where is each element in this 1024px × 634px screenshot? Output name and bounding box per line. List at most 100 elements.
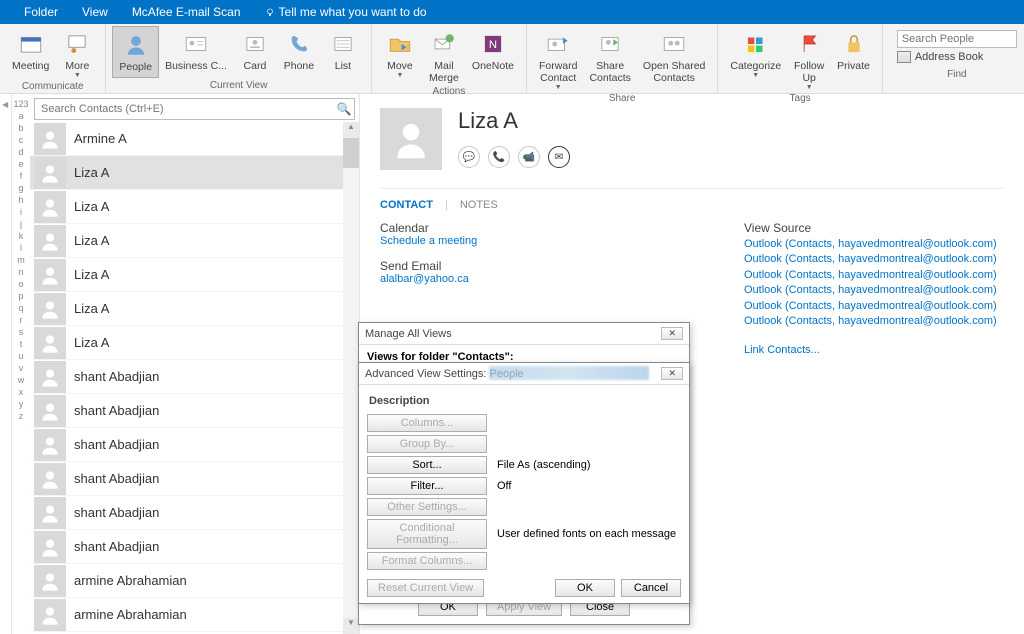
contact-row[interactable]: armine Abrahamian	[30, 598, 359, 632]
move-button[interactable]: Move▼	[378, 26, 422, 84]
alpha-g[interactable]: g	[12, 182, 30, 194]
adv-filter-button[interactable]: Filter...	[367, 477, 487, 495]
alpha-123[interactable]: 123	[12, 98, 30, 110]
contact-name-label: Liza A	[74, 233, 109, 248]
viewsource-link[interactable]: Outlook (Contacts, hayavedmontreal@outlo…	[744, 268, 1004, 283]
adv-ok-button[interactable]: OK	[555, 579, 615, 597]
contact-row[interactable]: Liza A	[30, 292, 359, 326]
alpha-h[interactable]: h	[12, 194, 30, 206]
contact-row[interactable]: armine Abrahamian	[30, 564, 359, 598]
view-business-button[interactable]: Business C...	[159, 26, 233, 78]
contact-row[interactable]: shant Abadjian	[30, 530, 359, 564]
alpha-z[interactable]: z	[12, 410, 30, 422]
schedule-meeting-link[interactable]: Schedule a meeting	[380, 235, 477, 247]
viewsource-link[interactable]: Outlook (Contacts, hayavedmontreal@outlo…	[744, 252, 1004, 267]
alpha-n[interactable]: n	[12, 266, 30, 278]
view-list-button[interactable]: List	[321, 26, 365, 78]
alpha-v[interactable]: v	[12, 362, 30, 374]
viewsource-link[interactable]: Outlook (Contacts, hayavedmontreal@outlo…	[744, 237, 1004, 252]
more-button[interactable]: More▼	[55, 26, 99, 79]
link-contacts-link[interactable]: Link Contacts...	[744, 343, 1004, 358]
alpha-s[interactable]: s	[12, 326, 30, 338]
alpha-x[interactable]: x	[12, 386, 30, 398]
onenote-button[interactable]: NOneNote	[466, 26, 520, 84]
email-link[interactable]: alalbar@yahoo.ca	[380, 273, 477, 285]
contact-row[interactable]: Liza A	[30, 258, 359, 292]
alpha-i[interactable]: i	[12, 206, 30, 218]
tell-me[interactable]: Tell me what you want to do	[253, 0, 439, 24]
group-currentview: People Business C... Card Phone List Cur…	[106, 24, 372, 93]
alpha-a[interactable]: a	[12, 110, 30, 122]
alpha-t[interactable]: t	[12, 338, 30, 350]
adv-reset-button[interactable]: Reset Current View	[367, 579, 484, 597]
search-icon[interactable]: 🔍	[334, 102, 354, 116]
alpha-u[interactable]: u	[12, 350, 30, 362]
menu-folder[interactable]: Folder	[12, 0, 70, 24]
search-people-input[interactable]	[897, 30, 1017, 48]
alpha-c[interactable]: c	[12, 134, 30, 146]
video-icon[interactable]: 📹	[518, 146, 540, 168]
contact-row[interactable]: shant Abadjian	[30, 360, 359, 394]
contact-row[interactable]: shant Abadjian	[30, 462, 359, 496]
adv-groupby-button[interactable]: Group By...	[367, 435, 487, 453]
contact-row[interactable]: Liza A	[30, 156, 359, 190]
alpha-o[interactable]: o	[12, 278, 30, 290]
adv-cond-button[interactable]: Conditional Formatting...	[367, 519, 487, 549]
view-card-button[interactable]: Card	[233, 26, 277, 78]
alpha-m[interactable]: m	[12, 254, 30, 266]
avatar-icon	[34, 531, 66, 563]
contact-row[interactable]: Liza A	[30, 224, 359, 258]
viewsource-link[interactable]: Outlook (Contacts, hayavedmontreal@outlo…	[744, 314, 1004, 329]
view-people-button[interactable]: People	[112, 26, 159, 78]
search-contacts-input[interactable]	[35, 103, 334, 115]
alpha-p[interactable]: p	[12, 290, 30, 302]
categorize-button[interactable]: Categorize▼	[724, 26, 787, 91]
adv-format-button[interactable]: Format Columns...	[367, 552, 487, 570]
alpha-q[interactable]: q	[12, 302, 30, 314]
advanced-view-close-icon[interactable]: ✕	[661, 367, 683, 380]
adv-sort-button[interactable]: Sort...	[367, 456, 487, 474]
alpha-d[interactable]: d	[12, 146, 30, 158]
alpha-f[interactable]: f	[12, 170, 30, 182]
contact-row[interactable]: Liza A	[30, 190, 359, 224]
contact-row[interactable]: shant Abadjian	[30, 394, 359, 428]
im-icon[interactable]: 💬	[458, 146, 480, 168]
alpha-y[interactable]: y	[12, 398, 30, 410]
manage-views-close-icon[interactable]: ✕	[661, 327, 683, 340]
open-shared-button[interactable]: Open Shared Contacts	[637, 26, 711, 91]
collapse-left-button[interactable]	[0, 94, 12, 634]
adv-cancel-button[interactable]: Cancel	[621, 579, 681, 597]
tab-contact[interactable]: CONTACT	[380, 199, 433, 211]
contact-name-label: armine Abrahamian	[74, 573, 187, 588]
viewsource-label: View Source	[744, 221, 1004, 235]
scrollbar[interactable]: ▲▼	[343, 122, 359, 634]
alpha-e[interactable]: e	[12, 158, 30, 170]
private-button[interactable]: Private	[831, 26, 876, 91]
address-book-button[interactable]: Address Book	[897, 51, 1017, 63]
mailmerge-button[interactable]: Mail Merge	[422, 26, 466, 84]
viewsource-link[interactable]: Outlook (Contacts, hayavedmontreal@outlo…	[744, 283, 1004, 298]
view-phone-button[interactable]: Phone	[277, 26, 321, 78]
contact-row[interactable]: Liza A	[30, 326, 359, 360]
forward-contact-button[interactable]: Forward Contact▼	[533, 26, 584, 91]
menu-mcafee[interactable]: McAfee E-mail Scan	[120, 0, 253, 24]
adv-other-button[interactable]: Other Settings...	[367, 498, 487, 516]
alpha-b[interactable]: b	[12, 122, 30, 134]
call-icon[interactable]: 📞	[488, 146, 510, 168]
menu-view[interactable]: View	[70, 0, 120, 24]
contact-row[interactable]: shant Abadjian	[30, 496, 359, 530]
meeting-button[interactable]: Meeting	[6, 26, 55, 79]
alpha-r[interactable]: r	[12, 314, 30, 326]
tab-notes[interactable]: NOTES	[460, 199, 498, 211]
alpha-k[interactable]: k	[12, 230, 30, 242]
alpha-l[interactable]: l	[12, 242, 30, 254]
contact-row[interactable]: shant Abadjian	[30, 428, 359, 462]
viewsource-link[interactable]: Outlook (Contacts, hayavedmontreal@outlo…	[744, 299, 1004, 314]
followup-button[interactable]: Follow Up▼	[787, 26, 831, 91]
alpha-w[interactable]: w	[12, 374, 30, 386]
contact-row[interactable]: Armine A	[30, 122, 359, 156]
alpha-j[interactable]: j	[12, 218, 30, 230]
email-icon[interactable]: ✉	[548, 146, 570, 168]
adv-columns-button[interactable]: Columns...	[367, 414, 487, 432]
share-contacts-button[interactable]: Share Contacts	[583, 26, 636, 91]
